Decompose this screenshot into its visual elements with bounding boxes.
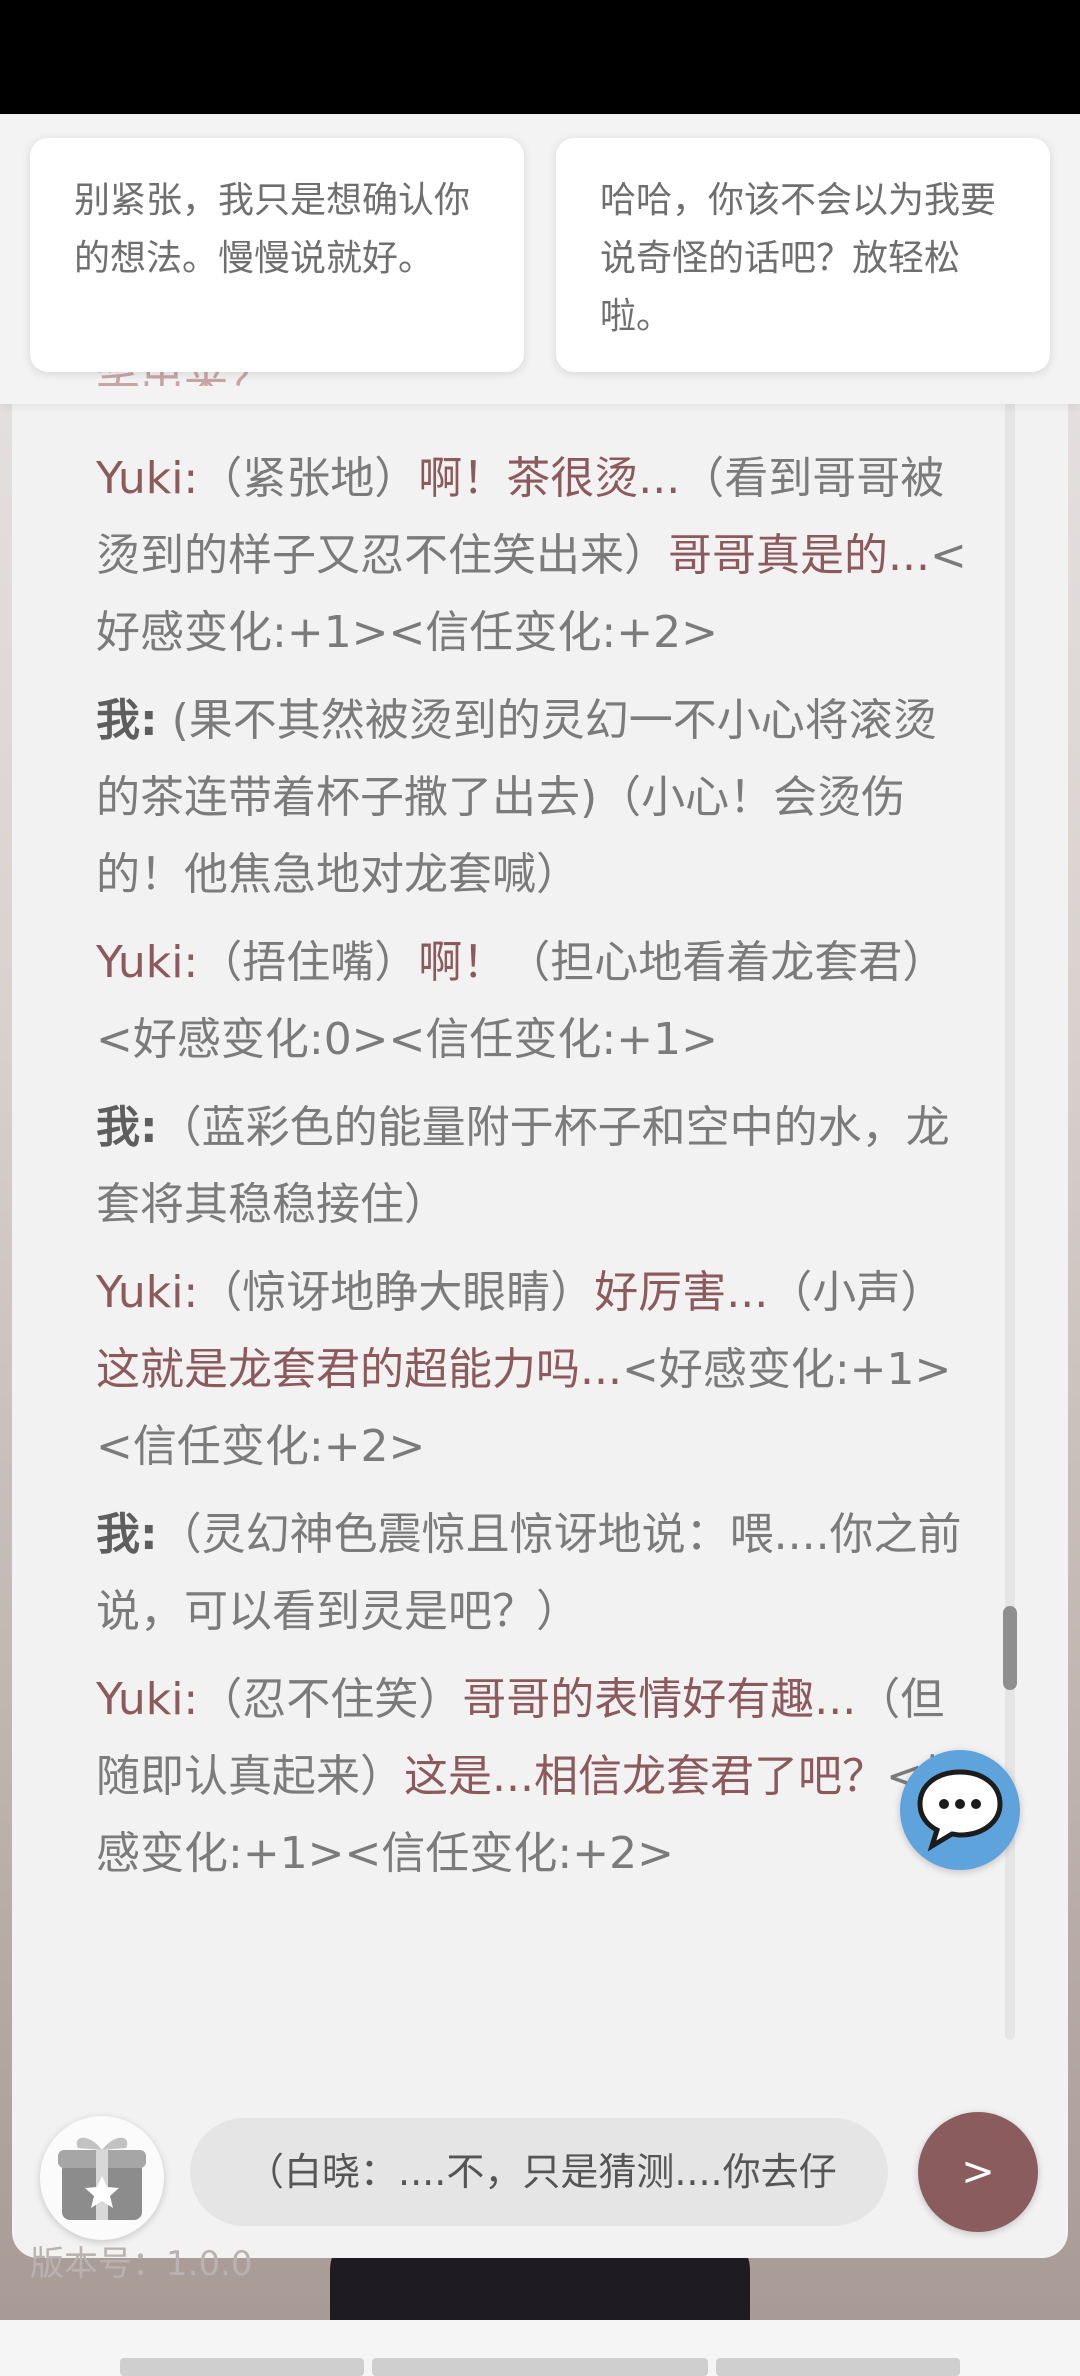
chat-button[interactable] [900,1750,1020,1870]
speaker-colon: : [183,453,199,504]
message-narration: （惊讶地睁大眼睛） [198,1267,595,1318]
message-dialogue: 这就是龙套君的超能力吗... [96,1344,622,1395]
message-dialogue: 这是...相信龙套君了吧？ [404,1751,886,1802]
message-speaker: Yuki [96,1674,184,1725]
speaker-colon: : [183,937,199,988]
message-dialogue: 哥哥真是的... [668,530,930,581]
chat-message: 我:（灵幻神色震惊且惊讶地说：喂....你之前说，可以看到灵是吧？） [96,1496,976,1650]
version-label: 版本号：1.0.0 [30,2244,253,2278]
nav-tab[interactable] [716,2358,960,2376]
message-speaker: Yuki [96,937,184,988]
speaker-colon: : [183,1674,199,1725]
send-button[interactable]: > [918,2112,1038,2232]
chat-message: 我:（蓝彩色的能量附于杯子和空中的水，龙套将其稳稳接住） [96,1089,976,1243]
chat-message: Yuki:（忍不住笑）哥哥的表情好有趣...（但随即认真起来）这是...相信龙套… [96,1661,976,1892]
chat-bubble-icon [917,1769,1003,1852]
chat-message: Yuki:（捂住嘴）啊！（担心地看着龙套君）<好感变化:0><信任变化:+1> [96,924,976,1078]
message-speaker: 我 [96,1102,140,1153]
nav-tab[interactable] [372,2358,708,2376]
message-narration: （小声） [768,1267,945,1318]
message-narration: (果不其然被烫到的灵幻一不小心将滚烫的茶连带着杯子撒了出去)（小心！会烫伤的！他… [96,695,937,900]
chat-message: Yuki:（紧张地）啊！茶很烫...（看到哥哥被烫到的样子又忍不住笑出来）哥哥真… [96,440,976,671]
message-dialogue: 啊！茶很烫... [418,453,681,504]
chat-message: Yuki:（惊讶地睁大眼睛）好厉害...（小声）这就是龙套君的超能力吗...<好… [96,1254,976,1485]
message-speaker: Yuki [96,453,184,504]
message-list: Yuki:（紧张地）啊！茶很烫...（看到哥哥被烫到的样子又忍不住笑出来）哥哥真… [96,440,976,1903]
message-narration: （紧张地） [198,453,419,504]
message-speaker: 我 [96,695,140,746]
message-input[interactable]: （白晓：....不，只是猜测....你去仔 [190,2118,888,2226]
message-dialogue: 好厉害... [594,1267,769,1318]
message-narration: （蓝彩色的能量附于杯子和空中的水，龙套将其稳稳接住） [96,1102,950,1230]
scrollbar-thumb[interactable] [1003,1606,1017,1690]
message-narration: （忍不住笑） [198,1674,463,1725]
nav-tab[interactable] [120,2358,364,2376]
gift-button[interactable] [40,2116,164,2240]
speaker-colon: : [183,1267,199,1318]
message-dialogue: 哥哥的表情好有趣... [462,1674,857,1725]
suggestion-card[interactable]: 哈哈，你该不会以为我要说奇怪的话吧？放轻松啦。 [556,138,1050,372]
speaker-colon: : [140,695,158,746]
suggestion-card[interactable]: 别紧张，我只是想确认你的想法。慢慢说就好。 [30,138,524,372]
message-dialogue: 啊！ [418,937,507,988]
chat-panel: Yuki:（紧张地）啊！茶很烫...（看到哥哥被烫到的样子又忍不住笑出来）哥哥真… [12,380,1068,2258]
speaker-colon: : [140,1102,158,1153]
message-narration: （捂住嘴） [198,937,419,988]
gift-icon [58,2137,146,2220]
speaker-colon: : [140,1509,158,1560]
chat-message: 我: (果不其然被烫到的灵幻一不小心将滚烫的茶连带着杯子撒了出去)（小心！会烫伤… [96,682,976,913]
message-narration: （灵幻神色震惊且惊讶地说：喂....你之前说，可以看到灵是吧？） [96,1509,962,1637]
status-bar [0,0,1080,114]
message-speaker: Yuki [96,1267,184,1318]
message-speaker: 我 [96,1509,140,1560]
